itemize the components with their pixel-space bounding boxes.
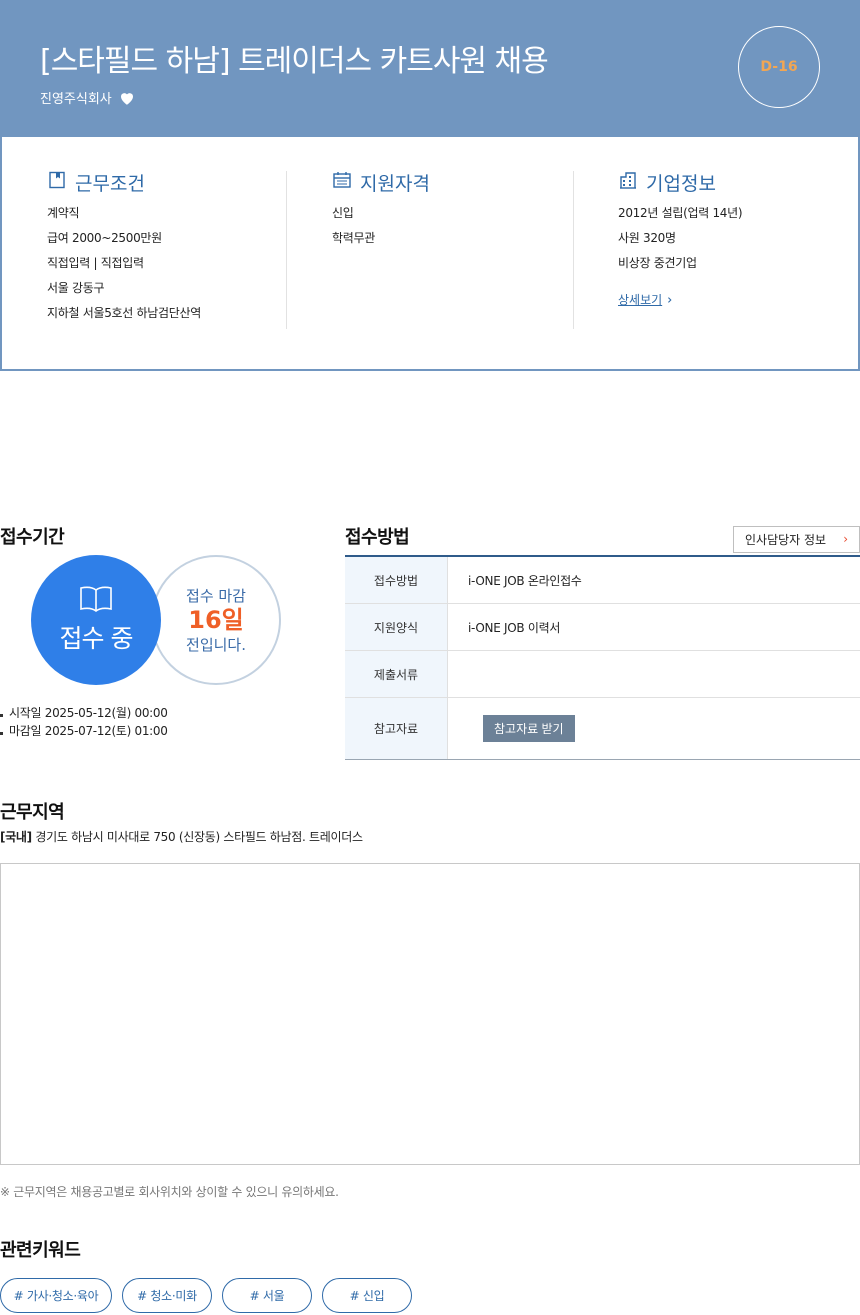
- period-dates: 시작일 2025-05-12(월) 00:00 마감일 2025-07-12(토…: [0, 703, 168, 739]
- job-title: [스타필드 하남] 트레이더스 카트사원 채용: [40, 44, 549, 79]
- qualifications: 지원자격 신입 학력무관: [332, 171, 574, 329]
- row-label: 참고자료: [345, 698, 448, 759]
- end-date: 마감일 2025-07-12(토) 01:00: [0, 721, 168, 739]
- address-tag: [국내]: [0, 830, 32, 844]
- company-row: 진영주식회사: [40, 88, 136, 107]
- location-title: 근무지역: [0, 802, 65, 823]
- keyword-tag[interactable]: # 가사·청소·육아: [0, 1278, 112, 1313]
- company-detail-label: 상세보기: [618, 293, 663, 307]
- work-conditions: 근무조건 계약직 급여 2000~2500만원 직접입력 | 직접입력 서울 강…: [47, 171, 287, 329]
- row-label: 제출서류: [345, 651, 448, 697]
- work-line: 급여 2000~2500만원: [47, 231, 162, 245]
- reference-download-button[interactable]: 참고자료 받기: [483, 715, 575, 742]
- status-text: 접수 중: [59, 624, 134, 653]
- bookmark-icon: [47, 170, 67, 195]
- start-date-text: 시작일 2025-05-12(월) 00:00: [9, 705, 168, 720]
- company-line: 2012년 설립(업력 14년): [618, 206, 743, 220]
- status-circle: 접수 중: [31, 555, 161, 685]
- row-value: [448, 651, 860, 697]
- book-icon: [79, 585, 113, 613]
- row-label: 접수방법: [345, 557, 448, 603]
- table-row: 참고자료 참고자료 받기: [345, 698, 860, 759]
- row-value: i-ONE JOB 온라인접수: [468, 573, 582, 588]
- apply-title: 접수방법: [345, 527, 410, 548]
- location-note: ※ 근무지역은 채용공고별로 회사위치와 상이할 수 있으니 유의하세요.: [0, 1185, 339, 1199]
- start-date: 시작일 2025-05-12(월) 00:00: [0, 703, 168, 721]
- qualifications-header: 지원자격: [332, 170, 573, 195]
- row-value: i-ONE JOB 이력서: [468, 620, 561, 635]
- summary-box: 근무조건 계약직 급여 2000~2500만원 직접입력 | 직접입력 서울 강…: [0, 137, 860, 371]
- bullet-icon: [0, 713, 3, 717]
- keyword-list: # 가사·청소·육아 # 청소·미화 # 서울 # 신입: [0, 1278, 412, 1313]
- table-row: 접수방법 i-ONE JOB 온라인접수: [345, 557, 860, 604]
- work-line: 계약직: [47, 206, 80, 220]
- calendar-icon: [332, 170, 352, 195]
- company-name[interactable]: 진영주식회사: [40, 88, 112, 107]
- keywords-title: 관련키워드: [0, 1240, 81, 1261]
- dday-badge: D-16: [738, 26, 820, 108]
- address-text: 경기도 하남시 미사대로 750 (신장동) 스타필드 하남점. 트레이더스: [35, 830, 363, 844]
- qualifications-title: 지원자격: [360, 172, 430, 195]
- company-line: 비상장 중견기업: [618, 256, 697, 270]
- company-info: 기업정보 2012년 설립(업력 14년) 사원 320명 비상장 중견기업 상…: [618, 171, 848, 329]
- table-row: 제출서류: [345, 651, 860, 698]
- company-info-header: 기업정보: [618, 170, 848, 195]
- address: [국내] 경기도 하남시 미사대로 750 (신장동) 스타필드 하남점. 트레…: [0, 828, 363, 845]
- company-info-title: 기업정보: [646, 172, 716, 195]
- deadline-suffix: 전입니다.: [186, 636, 246, 654]
- work-line: 직접입력 | 직접입력: [47, 256, 144, 270]
- work-conditions-header: 근무조건: [47, 170, 286, 195]
- table-row: 지원양식 i-ONE JOB 이력서: [345, 604, 860, 651]
- work-conditions-title: 근무조건: [75, 172, 145, 195]
- chevron-right-icon: [666, 293, 674, 307]
- company-line: 사원 320명: [618, 231, 676, 245]
- work-line: 서울 강동구: [47, 281, 105, 295]
- period-title: 접수기간: [0, 527, 65, 548]
- heart-icon[interactable]: [118, 89, 136, 107]
- keyword-tag[interactable]: # 신입: [322, 1278, 412, 1313]
- keyword-tag[interactable]: # 서울: [222, 1278, 312, 1313]
- days-left: 16일: [188, 606, 244, 634]
- hr-contact-button[interactable]: 인사담당자 정보 ›: [733, 526, 860, 553]
- deadline-label: 접수 마감: [186, 587, 246, 605]
- qualification-line: 학력무관: [332, 231, 375, 245]
- work-line: 지하철 서울5호선 하남검단산역: [47, 306, 201, 320]
- bullet-icon: [0, 731, 3, 735]
- apply-table: 접수방법 i-ONE JOB 온라인접수 지원양식 i-ONE JOB 이력서 …: [345, 555, 860, 760]
- hr-contact-label: 인사담당자 정보: [745, 533, 827, 547]
- end-date-text: 마감일 2025-07-12(토) 01:00: [9, 723, 168, 738]
- building-icon: [618, 170, 638, 195]
- row-value: 참고자료 받기: [448, 698, 860, 759]
- job-header: [스타필드 하남] 트레이더스 카트사원 채용 진영주식회사 D-16: [0, 0, 860, 137]
- dday-text: D-16: [760, 59, 798, 75]
- keyword-tag[interactable]: # 청소·미화: [122, 1278, 212, 1313]
- company-detail-link[interactable]: 상세보기: [618, 291, 674, 308]
- qualification-line: 신입: [332, 206, 354, 220]
- chevron-right-icon: ›: [843, 532, 848, 546]
- row-label: 지원양식: [345, 604, 448, 650]
- map-area[interactable]: [0, 863, 860, 1165]
- deadline-circle: 접수 마감 16일 전입니다.: [151, 555, 281, 685]
